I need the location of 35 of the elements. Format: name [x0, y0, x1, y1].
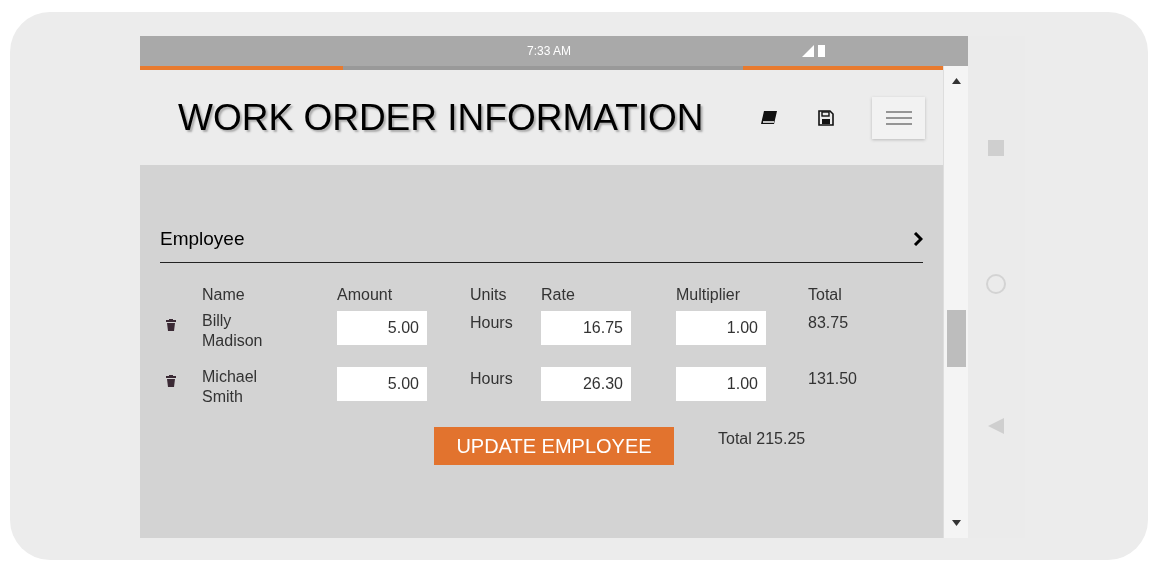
number-field[interactable]: 16.75: [541, 310, 631, 345]
menu-icon: [885, 110, 912, 125]
number-field[interactable]: 26.30: [541, 366, 631, 401]
save-icon[interactable]: [818, 109, 834, 126]
employee-name: Billy Madison: [202, 310, 264, 351]
scroll-thumb[interactable]: [947, 310, 966, 367]
menu-button[interactable]: [872, 96, 925, 139]
trash-icon[interactable]: [166, 318, 176, 331]
battery-icon: [818, 45, 825, 57]
signal-icon: [802, 45, 814, 57]
scrollbar[interactable]: [943, 66, 968, 538]
column-header: Total: [808, 284, 843, 305]
number-field[interactable]: 5.00: [337, 310, 427, 345]
column-header: Multiplier: [676, 284, 741, 305]
section-title: Employee: [160, 227, 245, 251]
page-title: WORK ORDER INFORMATION: [178, 95, 705, 140]
number-field[interactable]: 5.00: [337, 366, 427, 401]
trash-icon[interactable]: [166, 374, 176, 387]
column-header: Rate: [541, 284, 576, 305]
grand-total: Total 215.25: [718, 428, 806, 449]
table-cell-text: 83.75: [808, 312, 850, 333]
column-header: Amount: [337, 284, 394, 305]
table-cell-text: Hours: [470, 368, 514, 389]
scroll-down-icon[interactable]: [952, 520, 961, 526]
column-header: Name: [202, 284, 246, 305]
book-icon[interactable]: [760, 109, 778, 126]
table-cell-text: Hours: [470, 312, 514, 333]
status-time: 7:33 AM: [527, 43, 572, 60]
table-cell-text: 131.50: [808, 368, 858, 389]
column-header: Units: [470, 284, 508, 305]
scroll-up-icon[interactable]: [952, 78, 961, 84]
employee-name: Michael Smith: [202, 366, 259, 407]
number-field[interactable]: 1.00: [676, 310, 766, 345]
number-field[interactable]: 1.00: [676, 366, 766, 401]
chevron-right-icon[interactable]: [913, 232, 923, 247]
